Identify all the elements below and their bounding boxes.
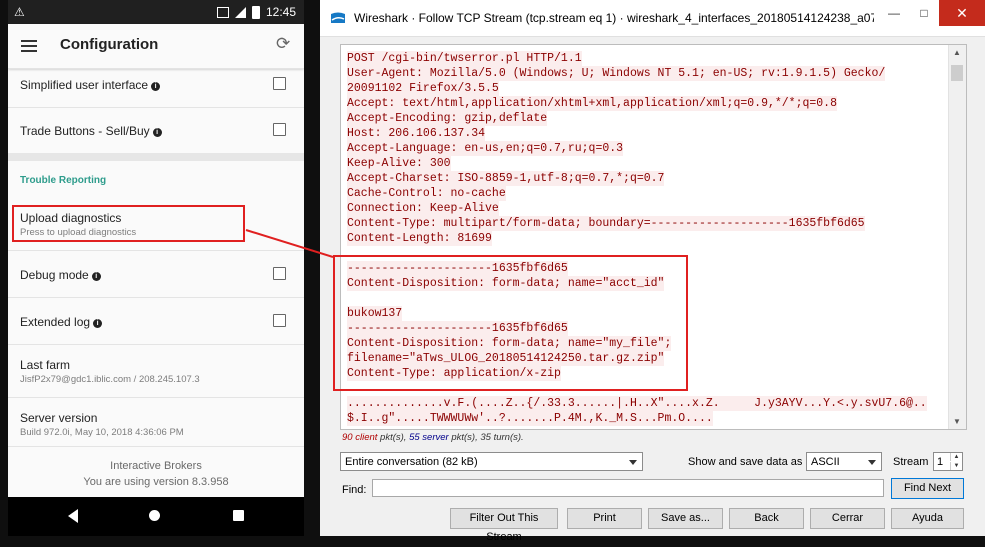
setting-trade-buttons[interactable]: Trade Buttons - Sell/Buy i bbox=[8, 108, 304, 153]
show-save-label: Show and save data as bbox=[688, 456, 803, 468]
minimize-icon[interactable]: — bbox=[879, 0, 909, 26]
format-select[interactable]: ASCII bbox=[806, 452, 882, 471]
stream-line: User-Agent: Mozilla/5.0 (Windows; U; Win… bbox=[347, 66, 886, 81]
window-title: Wireshark · Follow TCP Stream (tcp.strea… bbox=[354, 11, 874, 25]
client-pkts: 90 bbox=[342, 432, 353, 443]
close-button[interactable]: Cerrar bbox=[810, 508, 885, 529]
print-button[interactable]: Print bbox=[567, 508, 642, 529]
server-word: server bbox=[422, 432, 449, 443]
client-word: client bbox=[355, 432, 378, 443]
signal-icon bbox=[234, 6, 246, 18]
stream-value: 1 bbox=[937, 456, 944, 468]
app-bar: Configuration ⟳ bbox=[8, 24, 304, 69]
find-next-button[interactable]: Find Next bbox=[891, 478, 964, 499]
wireshark-logo-icon bbox=[331, 12, 345, 23]
stream-line: Accept-Charset: ISO-8859-1,utf-8;q=0.7,*… bbox=[347, 171, 665, 186]
home-nav-icon[interactable] bbox=[149, 510, 160, 521]
debug-mode-checkbox[interactable] bbox=[273, 267, 286, 280]
spin-up-icon[interactable]: ▲ bbox=[950, 453, 962, 461]
info-icon[interactable]: i bbox=[152, 128, 162, 137]
info-icon[interactable]: i bbox=[93, 319, 103, 328]
stream-line: Accept-Encoding: gzip,deflate bbox=[347, 111, 548, 126]
warning-icon: ⚠ bbox=[14, 5, 25, 19]
find-label: Find: bbox=[342, 484, 367, 496]
window-titlebar: Wireshark · Follow TCP Stream (tcp.strea… bbox=[320, 0, 985, 37]
conversation-value: Entire conversation (82 kB) bbox=[345, 456, 478, 468]
setting-extended-log[interactable]: Extended log i bbox=[8, 298, 304, 344]
info-server-version: Server version Build 972.0i, May 10, 201… bbox=[8, 398, 304, 446]
vertical-scrollbar[interactable]: ▲ ▼ bbox=[948, 45, 966, 429]
server-version-value: Build 972.0i, May 10, 2018 4:36:06 PM bbox=[20, 427, 184, 438]
setting-label: Trade Buttons - Sell/Buy bbox=[20, 124, 150, 138]
stream-line: Accept-Language: en-us,en;q=0.7,ru;q=0.3 bbox=[347, 141, 624, 156]
server-rest: pkt(s), 35 turn(s). bbox=[451, 432, 524, 443]
help-button[interactable]: Ayuda bbox=[891, 508, 964, 529]
format-value: ASCII bbox=[811, 456, 840, 468]
stream-line: Content-Type: multipart/form-data; bound… bbox=[347, 216, 865, 231]
stream-line: ..............v.F.(....Z..{/.33.3......|… bbox=[347, 396, 927, 411]
stream-line: Cache-Control: no-cache bbox=[347, 186, 506, 201]
menu-icon[interactable] bbox=[21, 40, 37, 52]
setting-simplified-ui[interactable]: Simplified user interface i bbox=[8, 69, 304, 107]
find-input[interactable] bbox=[372, 479, 884, 497]
stream-line: Connection: Keep-Alive bbox=[347, 201, 499, 216]
chevron-down-icon bbox=[868, 460, 876, 465]
wireshark-follow-stream-window: Wireshark · Follow TCP Stream (tcp.strea… bbox=[320, 0, 985, 543]
sim-icon bbox=[216, 6, 229, 18]
back-nav-icon[interactable] bbox=[68, 509, 78, 523]
server-version-label: Server version bbox=[20, 411, 98, 425]
server-pkts: 55 bbox=[409, 432, 420, 443]
packet-stats: 90 client pkt(s), 55 server pkt(s), 35 t… bbox=[342, 432, 524, 443]
stream-line: 20091102 Firefox/3.5.5 bbox=[347, 81, 499, 96]
last-farm-value: JisfP2x79@gdc1.iblic.com / 208.245.107.3 bbox=[20, 374, 200, 385]
extended-log-checkbox[interactable] bbox=[273, 314, 286, 327]
setting-debug-mode[interactable]: Debug mode i bbox=[8, 251, 304, 297]
status-time: 12:45 bbox=[265, 5, 296, 19]
simplified-ui-checkbox[interactable] bbox=[273, 77, 286, 90]
stream-line: Accept: text/html,application/xhtml+xml,… bbox=[347, 96, 837, 111]
android-phone-screen: ⚠ 12:45 Configuration ⟳ Simplified user … bbox=[8, 0, 304, 536]
info-icon[interactable]: i bbox=[151, 82, 161, 91]
highlight-box-upload bbox=[12, 205, 245, 242]
footer-version: You are using version 8.3.958 bbox=[83, 476, 229, 488]
stream-line: Host: 206.106.137.34 bbox=[347, 126, 486, 141]
conversation-select[interactable]: Entire conversation (82 kB) bbox=[340, 452, 643, 471]
last-farm-label: Last farm bbox=[20, 358, 71, 372]
scroll-up-icon[interactable]: ▲ bbox=[953, 48, 961, 57]
divider bbox=[8, 446, 304, 447]
refresh-icon[interactable]: ⟳ bbox=[276, 35, 294, 53]
stream-line: Content-Length: 81699 bbox=[347, 231, 492, 246]
setting-label: Debug mode bbox=[20, 268, 89, 282]
back-button[interactable]: Back bbox=[729, 508, 804, 529]
battery-icon bbox=[251, 5, 260, 19]
info-last-farm: Last farm JisfP2x79@gdc1.iblic.com / 208… bbox=[8, 345, 304, 397]
client-rest: pkt(s), bbox=[380, 432, 410, 443]
stream-label: Stream bbox=[893, 456, 929, 468]
chevron-down-icon bbox=[629, 460, 637, 465]
stream-line: $.I..g".....TWWWUWw'..?.......P.4M.,K._M… bbox=[347, 411, 713, 426]
info-icon[interactable]: i bbox=[91, 272, 101, 281]
highlight-box-form-data bbox=[333, 255, 688, 391]
spin-down-icon[interactable]: ▼ bbox=[950, 462, 962, 470]
maximize-icon[interactable]: □ bbox=[909, 0, 939, 26]
setting-label: Extended log bbox=[20, 315, 91, 329]
save-as-button[interactable]: Save as... bbox=[648, 508, 723, 529]
section-header-trouble-reporting: Trouble Reporting bbox=[20, 175, 107, 186]
scrollbar-thumb[interactable] bbox=[951, 65, 963, 81]
setting-label: Simplified user interface bbox=[20, 78, 149, 92]
page-title: Configuration bbox=[60, 36, 159, 53]
android-nav-bar bbox=[8, 497, 304, 536]
footer-company: Interactive Brokers bbox=[110, 460, 202, 472]
stream-line: POST /cgi-bin/twserror.pl HTTP/1.1 bbox=[347, 51, 582, 66]
trade-buttons-checkbox[interactable] bbox=[273, 123, 286, 136]
filter-out-stream-button[interactable]: Filter Out This Stream bbox=[450, 508, 558, 543]
stream-spinbox[interactable]: 1 ▲ ▼ bbox=[933, 452, 963, 471]
scroll-down-icon[interactable]: ▼ bbox=[953, 417, 961, 426]
recents-nav-icon[interactable] bbox=[233, 510, 244, 521]
close-icon[interactable]: ✕ bbox=[939, 0, 985, 26]
stream-line: Keep-Alive: 300 bbox=[347, 156, 451, 171]
section-divider bbox=[8, 153, 304, 161]
status-bar: ⚠ 12:45 bbox=[8, 0, 304, 24]
